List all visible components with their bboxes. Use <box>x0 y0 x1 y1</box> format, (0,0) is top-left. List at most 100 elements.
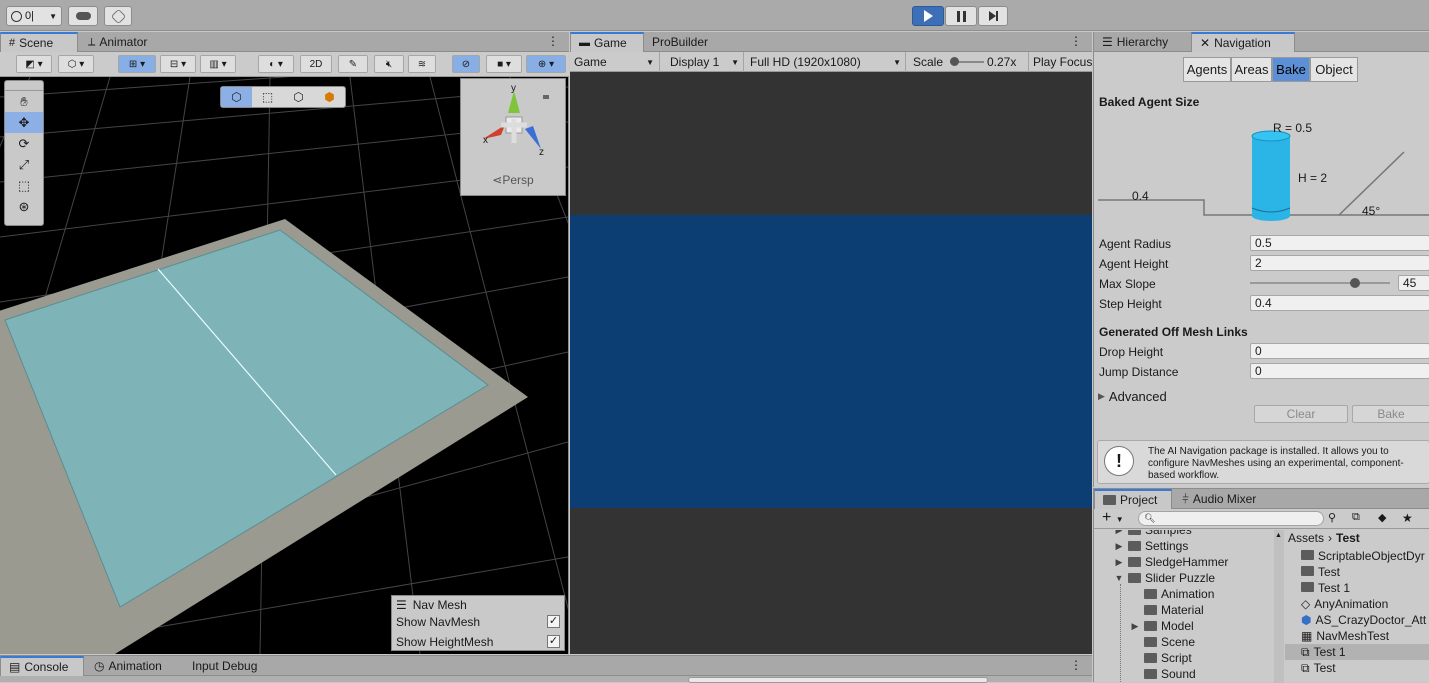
hand-tool-icon[interactable]: ✋︎ <box>5 91 43 112</box>
tab-animator[interactable]: ⟂ Animator <box>80 32 155 52</box>
pause-button[interactable] <box>945 6 977 26</box>
scene-viewport[interactable]: ✋︎ ✥ ⟳ ⤢ ⬚ ⊛ ⬡ ⬚ ⬡ ⬢ y x z ⋖Persp ☰ Nav … <box>0 77 568 654</box>
tab-console[interactable]: ▤ Console <box>0 656 84 676</box>
effects-dropdown[interactable]: ≋ <box>408 55 436 73</box>
subtab-bake[interactable]: Bake <box>1272 57 1310 82</box>
tree-item[interactable]: Script <box>1094 650 1192 666</box>
tab-hierarchy[interactable]: ☰ Hierarchy <box>1094 32 1176 52</box>
camera-dropdown[interactable]: ■ ▾ <box>486 55 522 73</box>
drop-height-field[interactable]: 0 <box>1250 343 1429 359</box>
tree-item[interactable]: Material <box>1094 602 1204 618</box>
show-navmesh-checkbox[interactable]: ✓ <box>547 615 560 628</box>
game-view-dropdown[interactable]: Game ▼ <box>570 52 660 72</box>
agent-height-field[interactable]: 2 <box>1250 255 1429 271</box>
chevron-right-icon[interactable]: ▶ <box>1114 541 1124 552</box>
tree-item[interactable]: ▼ Slider Puzzle <box>1094 570 1216 586</box>
max-slope-slider-knob[interactable] <box>1350 278 1360 288</box>
asset-item[interactable]: Test 1 <box>1285 580 1429 596</box>
tab-project[interactable]: Project <box>1094 489 1172 509</box>
console-menu-icon[interactable]: ⋮ <box>1070 658 1082 672</box>
asset-item[interactable]: ⬢ AS_CrazyDoctor_Att <box>1285 612 1429 628</box>
pivot-dropdown[interactable]: ⬡ ▾ <box>58 55 94 73</box>
create-asset-button[interactable]: + ▼ <box>1102 509 1124 529</box>
step-height-field[interactable]: 0.4 <box>1250 295 1429 311</box>
breadcrumb-assets[interactable]: Assets <box>1288 531 1324 545</box>
scale-slider[interactable] <box>949 57 984 66</box>
max-slope-field[interactable]: 45 <box>1398 275 1429 291</box>
show-heightmesh-checkbox[interactable]: ✓ <box>547 635 560 648</box>
chevron-right-icon[interactable]: ▶ <box>1114 530 1124 536</box>
tab-input-debug[interactable]: Input Debug <box>184 656 265 676</box>
shading-mode-dropdown[interactable]: ◐ ▾ <box>258 55 294 73</box>
asset-item[interactable]: ⧉ Test 1 <box>1285 644 1429 660</box>
tree-item[interactable]: Animation <box>1094 586 1214 602</box>
rotate-tool-icon[interactable]: ⟳ <box>5 133 43 154</box>
tab-scene[interactable]: # Scene <box>0 32 78 52</box>
tree-item[interactable]: ▶ Settings <box>1094 538 1189 554</box>
tab-navigation[interactable]: ✕ Navigation <box>1191 32 1295 52</box>
audio-toggle[interactable]: 🔇︎ <box>374 55 404 73</box>
increment-snap-dropdown[interactable]: ▥ ▾ <box>200 55 236 73</box>
vertex-mode-icon[interactable]: ⬚ <box>252 87 283 107</box>
search-by-type-icon[interactable]: ⚲ <box>1328 511 1336 524</box>
orientation-gizmo[interactable]: y x z ⋖Persp <box>460 78 566 196</box>
navmesh-overlay-header[interactable]: ☰ Nav Mesh <box>396 598 467 612</box>
grid-snap-dropdown[interactable]: ⊟ ▾ <box>160 55 196 73</box>
gizmos-dropdown[interactable]: ⊕ ▾ <box>526 55 566 73</box>
cloud-button[interactable] <box>68 6 98 26</box>
visibility-toggle[interactable]: ⊘ <box>452 55 480 73</box>
chevron-right-icon[interactable]: ▶ <box>1114 557 1124 568</box>
asset-item[interactable]: ⧉ Test <box>1285 660 1429 676</box>
display-dropdown[interactable]: Display 1 ▼ <box>666 52 744 72</box>
transform-tool-icon[interactable]: ⊛ <box>5 196 43 217</box>
bake-button[interactable]: Bake <box>1352 405 1429 423</box>
chevron-right-icon[interactable]: ▶ <box>1130 621 1140 632</box>
tree-item[interactable]: ▶ Samples <box>1094 530 1192 538</box>
max-slope-slider[interactable] <box>1250 278 1390 288</box>
scale-slider-knob[interactable] <box>949 57 959 66</box>
tab-game[interactable]: ▬ Game <box>570 32 644 52</box>
play-focus-dropdown[interactable]: Play Focus <box>1028 52 1092 72</box>
scene-menu-icon[interactable]: ⋮ <box>547 34 559 48</box>
favorites-icon[interactable]: ★ <box>1402 511 1413 525</box>
face-mode-icon[interactable]: ⬢ <box>314 87 345 107</box>
console-search-input[interactable] <box>688 677 988 683</box>
object-mode-icon[interactable]: ⬡ <box>221 87 252 107</box>
chevron-down-icon[interactable]: ▼ <box>1114 573 1124 583</box>
subtab-object[interactable]: Object <box>1310 57 1358 82</box>
tab-audio-mixer[interactable]: ⫩ Audio Mixer <box>1174 489 1264 509</box>
account-dropdown[interactable]: 0| ▼ <box>6 6 62 26</box>
subtab-agents[interactable]: Agents <box>1183 57 1231 82</box>
edge-mode-icon[interactable]: ⬡ <box>283 87 314 107</box>
advanced-foldout[interactable]: ▶ Advanced <box>1098 389 1167 404</box>
play-button[interactable] <box>912 6 944 26</box>
asset-item[interactable]: Test <box>1285 564 1429 580</box>
jump-distance-field[interactable]: 0 <box>1250 363 1429 379</box>
label-filter-icon[interactable]: ◆ <box>1378 511 1386 524</box>
scale-tool-icon[interactable]: ⤢ <box>5 154 43 175</box>
step-button[interactable] <box>978 6 1008 26</box>
palette-handle[interactable] <box>5 81 43 91</box>
toggle-2d-button[interactable]: 2D <box>300 55 332 73</box>
subtab-areas[interactable]: Areas <box>1231 57 1272 82</box>
agent-radius-field[interactable]: 0.5 <box>1250 235 1429 251</box>
tab-probuilder[interactable]: ProBuilder <box>644 32 716 52</box>
tab-animation[interactable]: ◷ Animation <box>86 656 170 676</box>
asset-item[interactable]: ◇ AnyAnimation <box>1285 596 1429 612</box>
draw-mode-dropdown[interactable]: ◩ ▾ <box>16 55 52 73</box>
tree-item[interactable]: ▶ Model <box>1094 618 1194 634</box>
game-render[interactable] <box>570 215 1092 508</box>
resolution-dropdown[interactable]: Full HD (1920x1080) ▼ <box>746 52 906 72</box>
clear-button[interactable]: Clear <box>1254 405 1348 423</box>
project-search-input[interactable]: 🔍︎ <box>1138 511 1324 526</box>
tree-item[interactable]: ▶ SledgeHammer <box>1094 554 1229 570</box>
tree-item[interactable]: Scene <box>1094 634 1195 650</box>
asset-item[interactable]: ▦ NavMeshTest <box>1285 628 1429 644</box>
tree-scrollbar[interactable]: ▲ <box>1274 530 1284 683</box>
asset-item[interactable]: ScriptableObjectDyr <box>1285 548 1429 564</box>
game-menu-icon[interactable]: ⋮ <box>1070 34 1082 48</box>
rect-tool-icon[interactable]: ⬚ <box>5 175 43 196</box>
breadcrumb-current[interactable]: Test <box>1336 531 1360 545</box>
tree-item[interactable]: Sound <box>1094 666 1196 682</box>
move-tool-icon[interactable]: ✥ <box>5 112 43 133</box>
